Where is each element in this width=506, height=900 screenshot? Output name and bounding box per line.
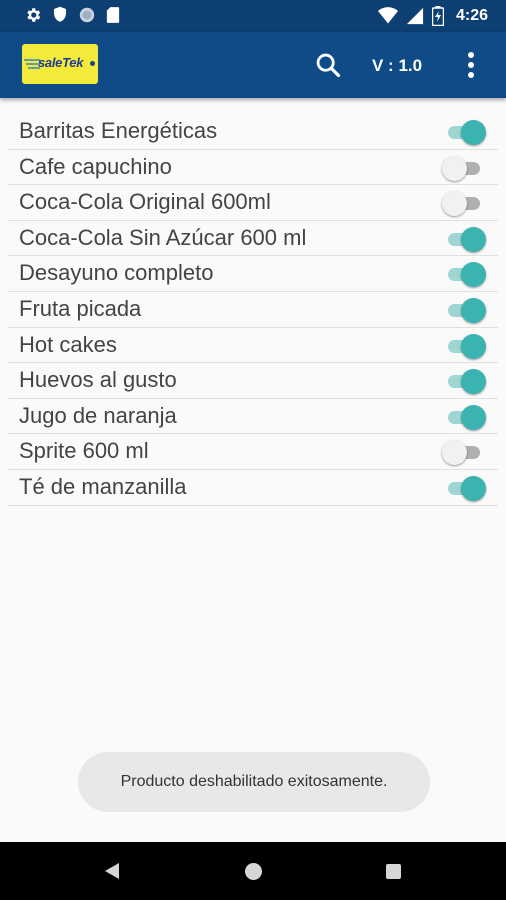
toast-message: Producto deshabilitado exitosamente. [78,752,430,812]
search-button[interactable] [314,51,342,79]
product-name: Coca-Cola Original 600ml [19,189,271,215]
wifi-icon [377,7,398,24]
signal-icon [406,7,424,25]
product-row[interactable]: Huevos al gusto [8,363,498,399]
product-row[interactable]: Jugo de naranja [8,399,498,435]
recents-icon[interactable] [386,864,401,879]
logo-text: saleTek [38,55,84,70]
overflow-menu-button[interactable] [460,50,482,80]
product-enabled-switch[interactable] [444,368,486,395]
shield-icon [54,6,66,22]
product-row[interactable]: Coca-Cola Sin Azúcar 600 ml [8,221,498,257]
app-logo: saleTek [22,44,98,84]
product-enabled-switch[interactable] [444,226,486,252]
back-icon [105,863,119,879]
product-enabled-switch[interactable] [444,261,486,288]
product-name: Jugo de naranja [19,402,177,428]
switch-thumb [461,333,486,359]
back-button[interactable] [104,862,120,885]
status-right-icons: 4:26 [377,6,488,26]
product-name: Huevos al gusto [19,367,177,393]
sd-card-icon [106,7,120,23]
switch-thumb [461,262,486,288]
home-icon[interactable] [245,863,262,880]
product-row[interactable]: Barritas Energéticas [8,114,498,150]
product-row[interactable]: Fruta picada [8,292,498,328]
switch-thumb [461,297,486,323]
app-bar: saleTek V : 1.0 [0,32,506,98]
product-name: Desayuno completo [19,260,214,286]
product-name: Té de manzanilla [19,473,187,499]
product-row[interactable]: Coca-Cola Original 600ml [8,185,498,221]
switch-thumb [461,404,486,430]
product-enabled-switch[interactable] [442,439,484,466]
status-time: 4:26 [455,7,488,24]
search-icon [316,53,341,78]
switch-thumb [442,191,467,217]
circle-icon [79,7,95,23]
switch-thumb [461,120,486,145]
product-list: Barritas Energéticas Cafe capuchino Coca-C… [0,114,506,506]
product-enabled-switch[interactable] [442,190,484,217]
product-row[interactable]: Desayuno completo [8,256,498,292]
product-enabled-switch[interactable] [444,475,486,501]
switch-thumb [461,369,486,395]
gear-icon [27,8,41,22]
switch-thumb [461,226,486,252]
product-enabled-switch[interactable] [444,404,486,430]
switch-thumb [442,155,467,181]
status-bar: 4:26 [0,0,506,32]
switch-thumb [461,475,486,501]
product-name: Barritas Energéticas [19,118,218,143]
product-enabled-switch[interactable] [444,119,486,145]
status-left-icons [24,6,120,24]
product-name: Fruta picada [19,295,142,321]
version-label: V : 1.0 [372,56,423,75]
more-vert-icon [468,52,474,78]
product-row[interactable]: Cafe capuchino [8,150,498,186]
logo-dot [90,61,95,66]
product-row[interactable]: Té de manzanilla [8,470,498,506]
product-enabled-switch[interactable] [442,155,484,181]
product-name: Sprite 600 ml [19,438,149,464]
product-name: Hot cakes [19,331,117,357]
switch-thumb [442,440,467,466]
toast-text: Producto deshabilitado exitosamente. [120,773,388,790]
product-row[interactable]: Sprite 600 ml [8,434,498,470]
navigation-bar [0,842,506,900]
product-name: Cafe capuchino [19,153,172,179]
product-name: Coca-Cola Sin Azúcar 600 ml [19,224,307,250]
battery-icon [431,6,444,26]
product-enabled-switch[interactable] [444,333,486,359]
product-enabled-switch[interactable] [444,297,486,323]
product-row[interactable]: Hot cakes [8,328,498,364]
